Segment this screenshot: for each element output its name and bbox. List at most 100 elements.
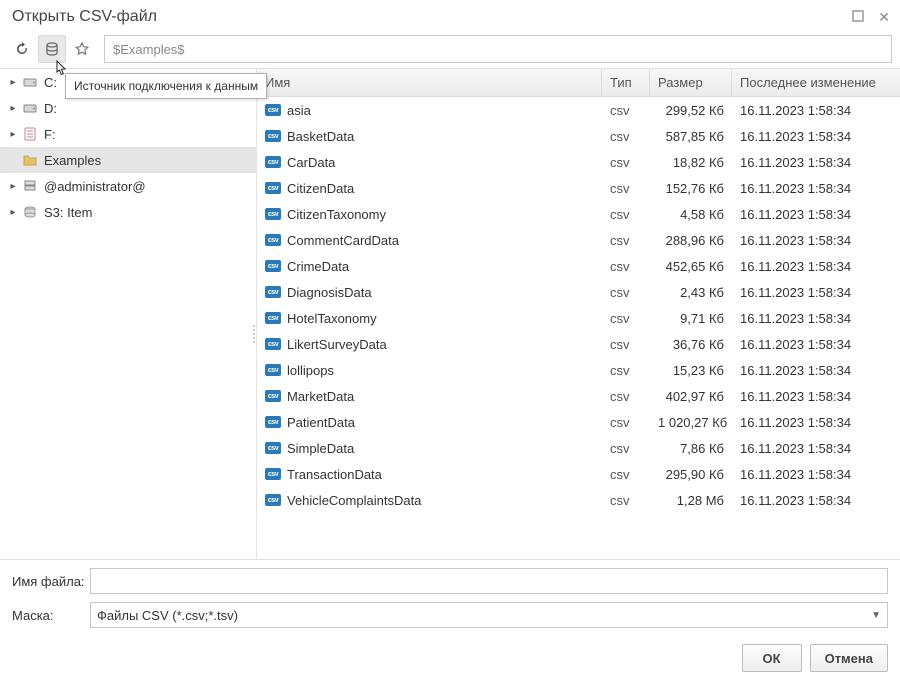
file-row[interactable]: csvCommentCardDatacsv288,96 Кб16.11.2023… <box>257 227 900 253</box>
csv-file-icon: csv <box>265 182 281 194</box>
file-row[interactable]: csvCrimeDatacsv452,65 Кб16.11.2023 1:58:… <box>257 253 900 279</box>
column-header-row: Имя Тип Размер Последнее изменение <box>257 69 900 97</box>
file-size: 2,43 Кб <box>650 285 732 300</box>
dialog-buttons: ОК Отмена <box>0 642 900 680</box>
tree-item[interactable]: ▸ F: <box>0 121 256 147</box>
file-type: csv <box>602 259 650 274</box>
file-type: csv <box>602 181 650 196</box>
file-row[interactable]: csvCitizenDatacsv152,76 Кб16.11.2023 1:5… <box>257 175 900 201</box>
file-type: csv <box>602 233 650 248</box>
file-name: HotelTaxonomy <box>287 311 377 326</box>
column-header-name[interactable]: Имя <box>257 69 602 96</box>
tree-item-label: Examples <box>42 153 101 168</box>
file-row[interactable]: csvCitizenTaxonomycsv4,58 Кб16.11.2023 1… <box>257 201 900 227</box>
expand-arrow-icon[interactable]: ▸ <box>8 181 18 192</box>
file-name: SimpleData <box>287 441 354 456</box>
path-input[interactable]: $Examples$ <box>104 35 892 63</box>
filename-label: Имя файла: <box>12 574 86 589</box>
file-size: 36,76 Кб <box>650 337 732 352</box>
window-title: Открыть CSV-файл <box>12 8 157 26</box>
file-row[interactable]: csvCarDatacsv18,82 Кб16.11.2023 1:58:34 <box>257 149 900 175</box>
file-row[interactable]: csvMarketDatacsv402,97 Кб16.11.2023 1:58… <box>257 383 900 409</box>
file-date: 16.11.2023 1:58:34 <box>732 285 900 300</box>
file-name: MarketData <box>287 389 354 404</box>
file-size: 1,28 Мб <box>650 493 732 508</box>
column-header-date[interactable]: Последнее изменение <box>732 69 900 96</box>
refresh-button[interactable] <box>8 35 36 63</box>
file-size: 402,97 Кб <box>650 389 732 404</box>
tree-item-label: F: <box>42 127 56 142</box>
maximize-icon[interactable] <box>852 9 864 26</box>
file-name: CommentCardData <box>287 233 399 248</box>
file-name: VehicleComplaintsData <box>287 493 421 508</box>
tree-item[interactable]: Examples <box>0 147 256 173</box>
folder-icon <box>22 152 38 168</box>
csv-file-icon: csv <box>265 468 281 480</box>
file-row[interactable]: csvlollipopscsv15,23 Кб16.11.2023 1:58:3… <box>257 357 900 383</box>
filename-input[interactable] <box>90 568 888 594</box>
tree-item[interactable]: ▸S3: Item <box>0 199 256 225</box>
file-name: TransactionData <box>287 467 382 482</box>
doc-icon <box>22 126 38 142</box>
column-header-type[interactable]: Тип <box>602 69 650 96</box>
file-type: csv <box>602 129 650 144</box>
csv-file-icon: csv <box>265 312 281 324</box>
file-type: csv <box>602 467 650 482</box>
file-list-pane: Имя Тип Размер Последнее изменение csvas… <box>257 69 900 559</box>
favorites-button[interactable] <box>68 35 96 63</box>
folder-tree[interactable]: ▸C:▸D:▸F:Examples▸@administrator@▸S3: It… <box>0 69 257 559</box>
ok-button[interactable]: ОК <box>742 644 802 672</box>
file-date: 16.11.2023 1:58:34 <box>732 103 900 118</box>
csv-file-icon: csv <box>265 416 281 428</box>
expand-arrow-icon[interactable]: ▸ <box>8 77 18 88</box>
splitter-handle[interactable] <box>251 314 257 354</box>
file-type: csv <box>602 311 650 326</box>
file-row[interactable]: csvVehicleComplaintsDatacsv1,28 Мб16.11.… <box>257 487 900 513</box>
file-date: 16.11.2023 1:58:34 <box>732 129 900 144</box>
file-name: PatientData <box>287 415 355 430</box>
expand-arrow-icon[interactable]: ▸ <box>8 103 18 114</box>
tooltip: Источник подключения к данным <box>65 73 267 99</box>
cloud-icon <box>22 204 38 220</box>
file-row[interactable]: csvasiacsv299,52 Кб16.11.2023 1:58:34 <box>257 97 900 123</box>
tree-item[interactable]: ▸ @administrator@ <box>0 173 256 199</box>
tree-item-label: @administrator@ <box>42 179 146 194</box>
file-date: 16.11.2023 1:58:34 <box>732 493 900 508</box>
csv-file-icon: csv <box>265 156 281 168</box>
mask-value: Файлы CSV (*.csv;*.tsv) <box>97 608 238 623</box>
file-type: csv <box>602 415 650 430</box>
csv-file-icon: csv <box>265 234 281 246</box>
close-icon[interactable]: ✕ <box>878 9 890 26</box>
mask-select[interactable]: Файлы CSV (*.csv;*.tsv) ▼ <box>90 602 888 628</box>
file-size: 18,82 Кб <box>650 155 732 170</box>
tree-item-label: D: <box>42 101 57 116</box>
file-type: csv <box>602 337 650 352</box>
expand-arrow-icon[interactable]: ▸ <box>8 207 18 218</box>
path-placeholder: $Examples$ <box>113 42 185 57</box>
file-row[interactable]: csvDiagnosisDatacsv2,43 Кб16.11.2023 1:5… <box>257 279 900 305</box>
file-row[interactable]: csvLikertSurveyDatacsv36,76 Кб16.11.2023… <box>257 331 900 357</box>
title-bar: Открыть CSV-файл ✕ <box>0 0 900 32</box>
drive-icon <box>22 100 38 116</box>
file-row[interactable]: csvBasketDatacsv587,85 Кб16.11.2023 1:58… <box>257 123 900 149</box>
file-type: csv <box>602 493 650 508</box>
file-row[interactable]: csvTransactionDatacsv295,90 Кб16.11.2023… <box>257 461 900 487</box>
file-date: 16.11.2023 1:58:34 <box>732 233 900 248</box>
file-date: 16.11.2023 1:58:34 <box>732 363 900 378</box>
file-row[interactable]: csvHotelTaxonomycsv9,71 Кб16.11.2023 1:5… <box>257 305 900 331</box>
csv-file-icon: csv <box>265 260 281 272</box>
column-header-size[interactable]: Размер <box>650 69 732 96</box>
file-date: 16.11.2023 1:58:34 <box>732 441 900 456</box>
file-size: 7,86 Кб <box>650 441 732 456</box>
expand-arrow-icon[interactable]: ▸ <box>8 129 18 140</box>
csv-file-icon: csv <box>265 338 281 350</box>
cancel-button[interactable]: Отмена <box>810 644 888 672</box>
file-name: DiagnosisData <box>287 285 372 300</box>
csv-file-icon: csv <box>265 104 281 116</box>
file-row[interactable]: csvPatientDatacsv1 020,27 Кб16.11.2023 1… <box>257 409 900 435</box>
file-row[interactable]: csvSimpleDatacsv7,86 Кб16.11.2023 1:58:3… <box>257 435 900 461</box>
file-name: CitizenTaxonomy <box>287 207 386 222</box>
file-type: csv <box>602 363 650 378</box>
file-list[interactable]: csvasiacsv299,52 Кб16.11.2023 1:58:34csv… <box>257 97 900 559</box>
chevron-down-icon: ▼ <box>871 610 881 621</box>
